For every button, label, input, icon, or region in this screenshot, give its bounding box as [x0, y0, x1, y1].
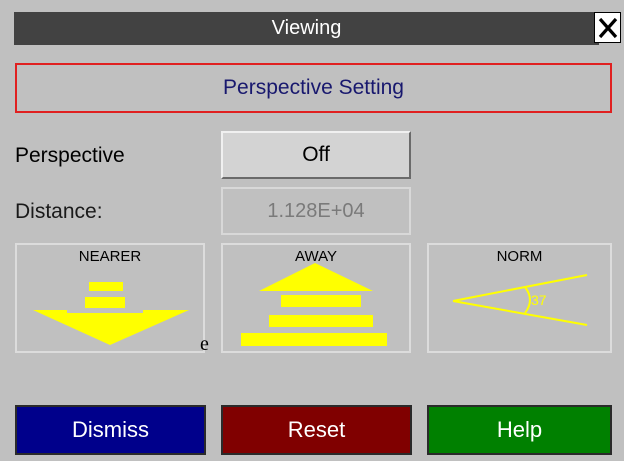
- view-angle-value: 37: [531, 292, 547, 308]
- section-header-perspective-setting: Perspective Setting: [15, 63, 612, 113]
- arrow-down-icon: [33, 282, 189, 345]
- dismiss-button[interactable]: Dismiss: [15, 405, 206, 455]
- viewing-panel: Viewing Perspective Setting Perspective …: [0, 0, 624, 461]
- perspective-toggle-button[interactable]: Off: [221, 131, 411, 179]
- arrow-up-icon: [241, 263, 387, 346]
- away-button[interactable]: AWAY: [221, 243, 411, 353]
- distance-label: Distance:: [15, 200, 103, 223]
- nearer-button[interactable]: NEARER: [15, 243, 205, 353]
- close-button[interactable]: [594, 12, 621, 43]
- view-angle-icon: 37: [452, 274, 588, 326]
- stray-text: e: [200, 333, 209, 355]
- distance-value-field: 1.128E+04: [221, 187, 411, 235]
- perspective-label: Perspective: [15, 144, 125, 167]
- help-button[interactable]: Help: [427, 405, 612, 455]
- reset-button[interactable]: Reset: [221, 405, 412, 455]
- close-icon: [598, 17, 617, 38]
- norm-button[interactable]: NORM 37: [427, 243, 612, 353]
- window-title: Viewing: [14, 12, 599, 45]
